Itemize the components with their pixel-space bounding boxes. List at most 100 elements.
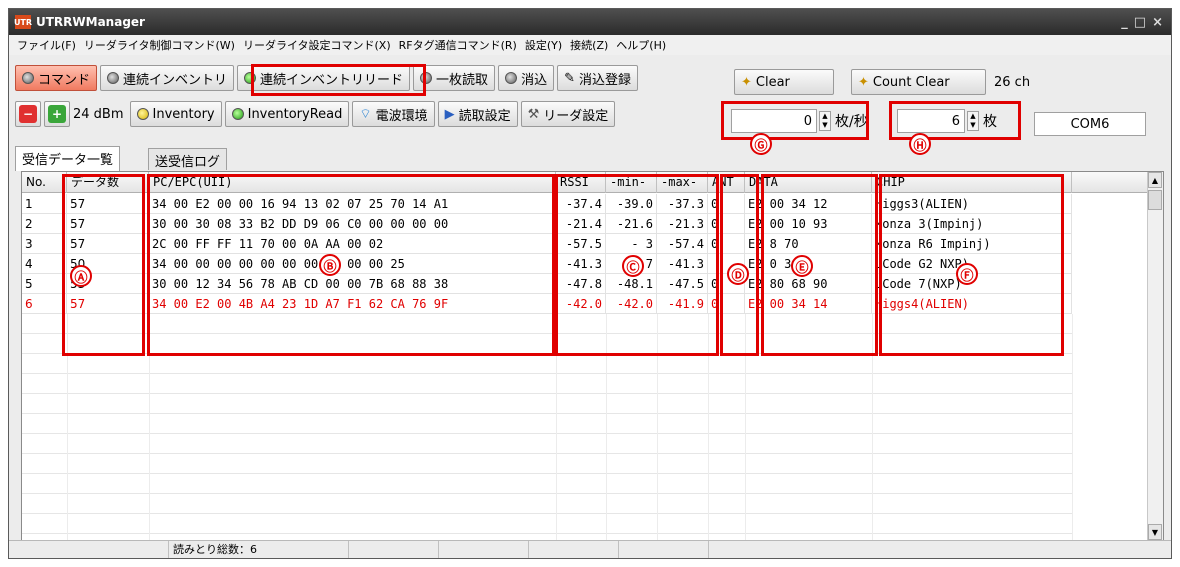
count-clear-button[interactable]: ✦ Count Clear: [851, 69, 986, 95]
cell-data: E2 00 10 93: [745, 214, 872, 234]
table-row[interactable]: 4 50 34 00 00 00 00 00 00 00 00 00 00 25 -4…: [22, 254, 1072, 274]
col-min[interactable]: -min-: [606, 172, 657, 193]
continuous-inventory-read-icon: [244, 72, 257, 84]
scroll-thumb[interactable]: [1148, 190, 1162, 210]
col-max[interactable]: -max-: [657, 172, 708, 193]
grid-line: [149, 414, 150, 434]
continuous-inventory-button[interactable]: 連続インベントリ: [100, 65, 235, 91]
cell-chip: Higgs3(ALIEN): [872, 194, 1072, 214]
scroll-up-icon[interactable]: ▲: [1148, 172, 1162, 188]
menu-connect[interactable]: 接続(Z): [566, 37, 612, 53]
menu-help[interactable]: ヘルプ(H): [612, 37, 670, 53]
grid-line: [67, 414, 68, 434]
grid-line: [556, 414, 557, 434]
scroll-down-icon[interactable]: ▼: [1148, 524, 1162, 540]
table-row[interactable]: 6 57 34 00 E2 00 4B A4 23 1D A7 F1 62 CA 7…: [22, 294, 1072, 314]
vertical-scrollbar[interactable]: ▲ ▼: [1147, 172, 1163, 540]
cell-data: E2 00 34 14: [745, 294, 872, 314]
count-group: 6 ▲ ▼ 枚: [897, 109, 997, 133]
cell-epc: 2C 00 FF FF 11 70 00 0A AA 00 02: [149, 234, 556, 254]
empty-row: [22, 474, 1073, 494]
cell-max: -41.3: [657, 254, 708, 274]
channel-label: 26 ch: [994, 75, 1031, 90]
table-row[interactable]: 1 57 34 00 E2 00 00 16 94 13 02 07 25 70 1…: [22, 194, 1072, 214]
maximize-icon[interactable]: □: [1134, 15, 1146, 30]
power-value: 24 dBm: [73, 106, 124, 122]
clear-button[interactable]: ✦ Clear: [734, 69, 834, 95]
grid-line: [657, 354, 658, 374]
cell-min: -48.1: [606, 274, 657, 294]
minimize-icon[interactable]: _: [1121, 15, 1128, 30]
grid-line: [708, 514, 709, 534]
broom-icon: ✦: [858, 74, 869, 90]
grid-line: [606, 314, 607, 334]
cell-chip: Monza R6 Impinj): [872, 234, 1072, 254]
grid-line: [745, 514, 746, 534]
power-up-button[interactable]: +: [44, 101, 70, 127]
continuous-inventory-read-button[interactable]: 連続インベントリリード: [237, 65, 411, 91]
grid-line: [657, 514, 658, 534]
menu-rw-settings[interactable]: リーダライタ設定コマンド(X): [239, 37, 395, 53]
erase-button[interactable]: 消込: [498, 65, 555, 91]
table-row[interactable]: 2 57 30 00 30 08 33 B2 DD D9 06 C0 00 00 0…: [22, 214, 1072, 234]
col-epc[interactable]: PC/EPC(UII): [149, 172, 556, 193]
col-no[interactable]: No.: [22, 172, 67, 193]
grid-line: [1072, 434, 1073, 454]
marker-d: Ⓓ: [727, 263, 749, 285]
reader-settings-button[interactable]: ⚒ リーダ設定: [520, 101, 616, 127]
table-row[interactable]: 55330 00 12 34 56 78 AB CD 00 00 7B 68 8…: [22, 274, 1072, 294]
grid-line: [745, 374, 746, 394]
tab-received-data[interactable]: 受信データ一覧: [15, 146, 121, 171]
menu-settings[interactable]: 設定(Y): [521, 37, 566, 53]
grid-line: [745, 474, 746, 494]
continuous-inventory-icon: [107, 72, 120, 84]
grid-line: [657, 474, 658, 494]
cell-rssi: -47.8: [556, 274, 606, 294]
menu-rf-tag[interactable]: RFタグ通信コマンド(R): [395, 37, 521, 53]
grid-line: [67, 374, 68, 394]
radio-env-button[interactable]: ⌔ 電波環境: [352, 101, 435, 127]
col-chip[interactable]: CHIP: [872, 172, 1072, 193]
grid-line: [149, 334, 150, 354]
grid-line: [606, 334, 607, 354]
cell-rssi: -42.0: [556, 294, 606, 314]
empty-row: [22, 354, 1073, 374]
grid-line: [556, 494, 557, 514]
command-button[interactable]: コマンド: [15, 65, 98, 91]
inventory-button[interactable]: Inventory: [129, 101, 222, 127]
cell-min: -39.0: [606, 194, 657, 214]
cell-rssi: -57.5: [556, 234, 606, 254]
grid-line: [67, 454, 68, 474]
grid-line: [67, 354, 68, 374]
count-spinner[interactable]: ▲ ▼: [967, 111, 979, 131]
inventory-read-button[interactable]: InventoryRead: [224, 101, 350, 127]
close-icon[interactable]: ×: [1152, 15, 1163, 30]
empty-row: [22, 414, 1073, 434]
tab-send-receive-log[interactable]: 送受信ログ: [148, 148, 228, 170]
table-row[interactable]: 3 57 2C 00 FF FF 11 70 00 0A AA 00 02 -57.5…: [22, 234, 1072, 254]
col-rssi[interactable]: RSSI: [556, 172, 606, 193]
cell-rssi: -41.3: [556, 254, 606, 274]
grid-line: [745, 354, 746, 374]
col-data[interactable]: DATA: [745, 172, 872, 193]
grid-line: [745, 414, 746, 434]
col-ant[interactable]: ANT: [708, 172, 745, 193]
single-read-button[interactable]: 一枚読取: [413, 65, 496, 91]
col-count[interactable]: データ数: [67, 172, 149, 193]
status-section-5: [619, 541, 709, 558]
read-settings-button[interactable]: ▶ 読取設定: [437, 101, 518, 127]
grid-line: [657, 454, 658, 474]
grid-line: [556, 514, 557, 534]
menu-file[interactable]: ファイル(F): [13, 37, 80, 53]
cell-data: E2 8 70: [745, 234, 872, 254]
stop-button[interactable]: −: [15, 101, 41, 127]
grid-line: [708, 454, 709, 474]
app-window: UTR UTRRWManager _ □ × ファイル(F) リーダライタ制御コ…: [8, 8, 1172, 559]
count-field[interactable]: 6: [897, 109, 965, 133]
erase-register-button[interactable]: ✎ 消込登録: [557, 65, 638, 91]
cell-ant: 0: [708, 294, 745, 314]
rate-field[interactable]: 0: [731, 109, 817, 133]
menu-rw-control[interactable]: リーダライタ制御コマンド(W): [80, 37, 239, 53]
rate-spinner[interactable]: ▲ ▼: [819, 111, 831, 131]
grid-line: [872, 314, 873, 334]
